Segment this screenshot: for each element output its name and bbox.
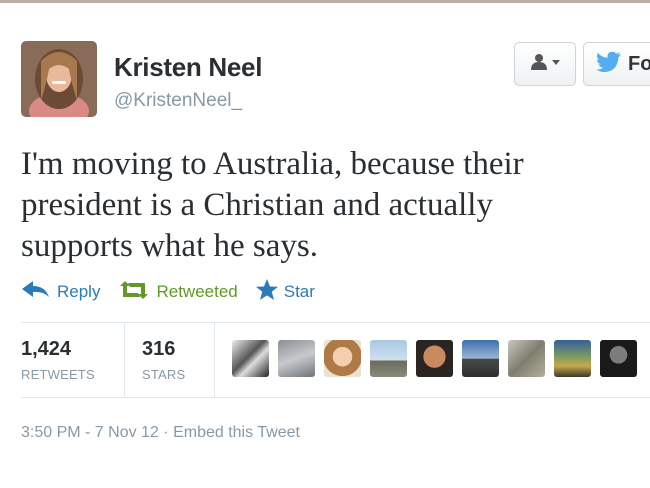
star-action[interactable]: Star [255, 279, 315, 305]
tweet-footer: 3:50 PM - 7 Nov 12 · Embed this Tweet [21, 424, 300, 442]
retweet-icon [118, 280, 156, 305]
engager-avatar[interactable] [278, 340, 315, 377]
twitter-bird-icon [596, 51, 622, 78]
person-dropdown-icon [528, 53, 562, 76]
tweet-actions: Reply Retweeted Star [21, 279, 333, 305]
engager-avatar[interactable] [554, 340, 591, 377]
engager-avatar[interactable] [416, 340, 453, 377]
timestamp-link[interactable]: 3:50 PM - 7 Nov 12 [21, 424, 159, 441]
engager-avatars [232, 340, 646, 377]
follow-button[interactable]: Fo [583, 42, 650, 86]
screen-name[interactable]: @KristenNeel_ [114, 90, 242, 112]
retweets-label: RETWEETS [21, 367, 95, 382]
follow-label: Fo [628, 52, 650, 75]
footer-separator: · [158, 424, 174, 441]
divider [21, 322, 650, 323]
star-icon [255, 279, 284, 305]
divider [21, 397, 650, 398]
engager-avatar[interactable] [324, 340, 361, 377]
tweet-line: supports what he says. [21, 228, 318, 264]
retweets-count: 1,424 [21, 338, 72, 360]
tweet-line: I'm moving to Australia, because their [21, 146, 524, 182]
stars-stat[interactable]: 316 STARS [142, 338, 185, 382]
reply-action[interactable]: Reply [21, 280, 100, 305]
tweet-text: I'm moving to Australia, because their p… [21, 144, 641, 267]
top-border [0, 0, 650, 3]
retweets-stat[interactable]: 1,424 RETWEETS [21, 338, 95, 382]
engager-avatar[interactable] [370, 340, 407, 377]
display-name[interactable]: Kristen Neel [114, 52, 262, 83]
user-actions-button[interactable] [514, 42, 576, 86]
engager-avatar[interactable] [462, 340, 499, 377]
stat-separator [214, 323, 215, 397]
reply-label: Reply [57, 282, 101, 301]
reply-icon [21, 280, 57, 305]
engager-avatar[interactable] [508, 340, 545, 377]
embed-tweet-link[interactable]: Embed this Tweet [173, 424, 300, 441]
stars-label: STARS [142, 367, 186, 382]
retweeted-label: Retweeted [156, 282, 238, 301]
avatar[interactable] [21, 41, 97, 117]
stat-separator [124, 323, 125, 397]
retweet-action[interactable]: Retweeted [118, 280, 238, 305]
star-label: Star [283, 282, 315, 301]
tweet-line: president is a Christian and actually [21, 187, 493, 223]
engager-avatar[interactable] [600, 340, 637, 377]
engager-avatar[interactable] [232, 340, 269, 377]
stars-count: 316 [142, 338, 176, 360]
